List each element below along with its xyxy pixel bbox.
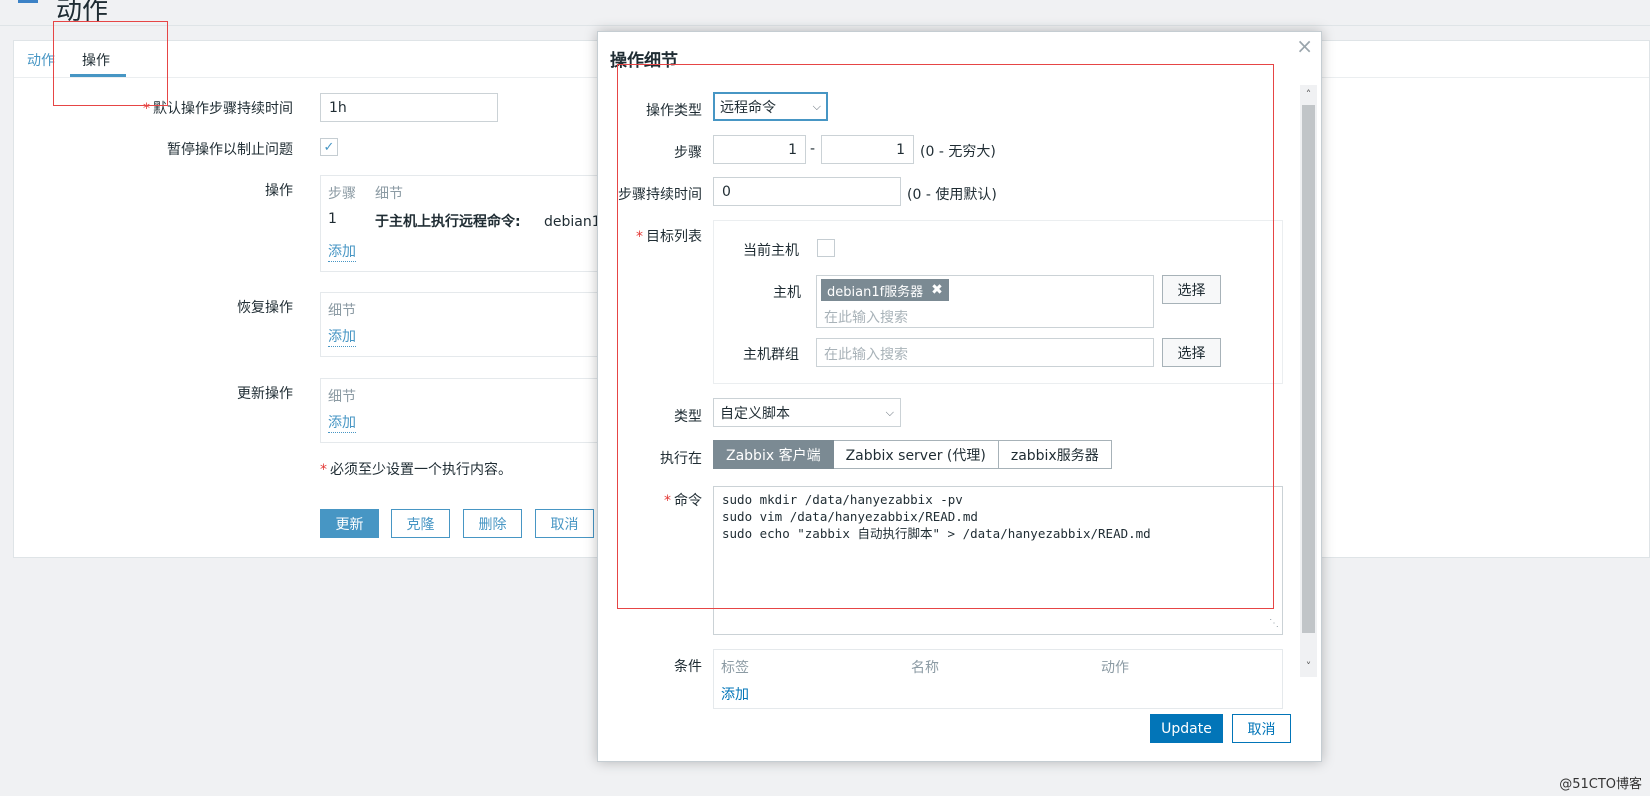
operation-type-value: 远程命令: [720, 99, 776, 116]
pause-operations-checkbox[interactable]: ✓: [320, 138, 338, 156]
step-duration-label: 步骤持续时间: [618, 187, 702, 203]
close-icon[interactable]: ×: [1296, 34, 1313, 58]
step-separator: -: [810, 141, 816, 157]
conditions-header-name: 名称: [911, 660, 939, 676]
dialog-update-button[interactable]: Update: [1150, 714, 1223, 743]
dialog-scrollbar[interactable]: ˄ ˅: [1300, 85, 1317, 677]
conditions-table: 标签 名称 动作 添加: [713, 649, 1283, 709]
pause-operations-label: 暂停操作以制止问题: [167, 142, 293, 158]
host-search-placeholder[interactable]: 在此输入搜索: [824, 307, 908, 327]
scroll-down-icon[interactable]: ˅: [1302, 659, 1315, 675]
target-list-label: * 目标列表: [636, 229, 702, 245]
target-list-area: 当前主机 主机 debian1f服务器 ✖ 在此输入搜索 选择 主机群组 在此输入…: [713, 220, 1283, 384]
chevron-down-icon: ⌵: [812, 99, 821, 113]
host-group-label: 主机群组: [743, 347, 799, 363]
dialog-title: 操作细节: [610, 51, 678, 71]
host-label: 主机: [773, 285, 801, 301]
command-label: * 命令: [664, 493, 702, 509]
type-select[interactable]: 自定义脚本 ⌵: [713, 398, 901, 427]
execute-on-agent[interactable]: Zabbix 客户端: [713, 440, 834, 469]
step-from-input[interactable]: 1: [713, 135, 806, 164]
scrollbar-thumb[interactable]: [1302, 105, 1315, 633]
step-to-input[interactable]: 1: [821, 135, 914, 164]
execute-on-zabbix-server[interactable]: zabbix服务器: [998, 440, 1112, 469]
current-host-label: 当前主机: [743, 243, 799, 259]
dialog-cancel-button[interactable]: 取消: [1232, 714, 1291, 743]
top-header: 动作: [0, 0, 1650, 26]
default-step-duration-input[interactable]: 1h: [320, 93, 498, 122]
operation-type-select[interactable]: 远程命令 ⌵: [713, 92, 828, 121]
scroll-up-icon[interactable]: ˄: [1302, 87, 1315, 103]
steps-label: 步骤: [674, 145, 702, 161]
command-text: sudo mkdir /data/hanyezabbix -pv sudo vi…: [722, 492, 1151, 541]
operation-step: 1: [328, 211, 337, 227]
execute-on-label: 执行在: [660, 451, 702, 467]
operations-label: 操作: [265, 183, 293, 199]
operations-table: 步骤 细节 1 于主机上执行远程命令: debian1f服 添加: [320, 175, 620, 272]
type-label: 类型: [674, 409, 702, 425]
update-operations-table: 细节 添加: [320, 378, 620, 443]
tab-operations[interactable]: 操作: [82, 50, 110, 70]
recovery-operations-label: 恢复操作: [237, 300, 293, 316]
add-recovery-link[interactable]: 添加: [328, 326, 356, 347]
cancel-button[interactable]: 取消: [535, 509, 594, 538]
execute-on-server-proxy[interactable]: Zabbix server (代理): [833, 440, 999, 469]
watermark: @51CTO博客: [1559, 777, 1642, 792]
add-update-link[interactable]: 添加: [328, 412, 356, 433]
operation-details-dialog: 操作细节 × 操作类型 远程命令 ⌵ 步骤 1 - 1 (0 - 无穷大) 步骤持…: [597, 31, 1322, 762]
operation-detail-bold: 于主机上执行远程命令:: [375, 214, 521, 230]
select-host-button[interactable]: 选择: [1162, 275, 1221, 304]
conditions-header-action: 动作: [1101, 660, 1129, 676]
conditions-label: 条件: [674, 659, 702, 675]
host-group-multiselect[interactable]: 在此输入搜索: [816, 338, 1154, 367]
check-icon: ✓: [323, 139, 335, 155]
details-header: 细节: [375, 186, 403, 202]
host-tag: debian1f服务器 ✖: [821, 279, 949, 301]
default-step-duration-label: * 默认操作步骤持续时间: [143, 101, 293, 117]
select-host-group-button[interactable]: 选择: [1162, 338, 1221, 367]
steps-header: 步骤: [328, 186, 356, 202]
resize-handle-icon[interactable]: ⋱: [1269, 615, 1279, 632]
operation-type-label: 操作类型: [646, 103, 702, 119]
host-multiselect[interactable]: debian1f服务器 ✖ 在此输入搜索: [816, 275, 1154, 328]
remove-tag-icon[interactable]: ✖: [931, 282, 943, 298]
type-value: 自定义脚本: [720, 405, 790, 422]
update-details-header: 细节: [328, 389, 356, 405]
command-textarea[interactable]: sudo mkdir /data/hanyezabbix -pv sudo vi…: [713, 486, 1283, 635]
recovery-operations-table: 细节 添加: [320, 292, 620, 357]
conditions-header-label: 标签: [721, 660, 749, 676]
step-duration-hint: (0 - 使用默认): [907, 187, 997, 203]
menu-icon[interactable]: [18, 0, 38, 3]
active-tab-indicator: [70, 74, 126, 77]
steps-hint: (0 - 无穷大): [920, 144, 996, 160]
clone-button[interactable]: 克隆: [391, 509, 450, 538]
page-title: 动作: [56, 0, 109, 26]
chevron-down-icon: ⌵: [885, 405, 894, 419]
execute-on-segmented: Zabbix 客户端 Zabbix server (代理) zabbix服务器: [713, 440, 1112, 469]
step-duration-input[interactable]: 0: [713, 177, 901, 206]
add-condition-link[interactable]: 添加: [721, 684, 749, 704]
add-operation-link[interactable]: 添加: [328, 241, 356, 262]
tab-actions[interactable]: 动作: [27, 50, 55, 70]
delete-button[interactable]: 删除: [463, 509, 522, 538]
host-group-search-placeholder[interactable]: 在此输入搜索: [824, 344, 908, 364]
recovery-details-header: 细节: [328, 303, 356, 319]
update-operations-label: 更新操作: [237, 386, 293, 402]
update-button[interactable]: 更新: [320, 509, 379, 538]
current-host-checkbox[interactable]: [817, 239, 835, 257]
warning-text: * 必须至少设置一个执行内容。: [320, 462, 512, 478]
